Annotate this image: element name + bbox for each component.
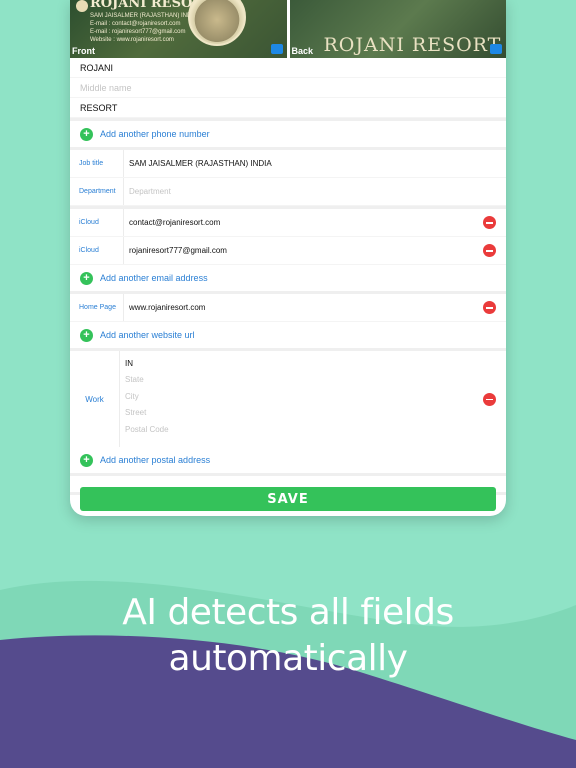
- plus-icon: +: [80, 453, 93, 467]
- email-type-label[interactable]: iCloud: [70, 209, 124, 236]
- website-row: Home Page www.rojaniresort.com: [70, 294, 506, 322]
- add-address-button[interactable]: + Add another postal address: [70, 447, 506, 473]
- email-row: iCloud contact@rojaniresort.com: [70, 209, 506, 237]
- website-field[interactable]: www.rojaniresort.com: [124, 303, 483, 312]
- caption-line-2: automatically: [168, 638, 408, 679]
- phone-section: + Add another phone number: [70, 121, 506, 150]
- job-title-label: Job title: [70, 150, 124, 177]
- camera-icon[interactable]: [270, 44, 283, 54]
- add-email-button[interactable]: + Add another email address: [70, 265, 506, 291]
- business-card-photos: ROJANI RESORT SAM JAISALMER (RAJASTHAN) …: [70, 0, 506, 58]
- plus-icon: +: [80, 328, 93, 342]
- front-card-line: E-mail : contact@rojaniresort.com: [90, 21, 181, 27]
- remove-icon[interactable]: [483, 392, 496, 406]
- street-field[interactable]: Street: [125, 405, 483, 422]
- job-title-field[interactable]: SAM JAISALMER (RAJASTHAN) INDIA: [124, 159, 506, 168]
- website-type-label[interactable]: Home Page: [70, 294, 124, 321]
- back-card-title: ROJANI RESORT: [323, 34, 502, 56]
- contact-form: ROJANI Middle name RESORT + Add another …: [70, 58, 506, 495]
- address-row: Work IN State City Street Postal Code: [70, 351, 506, 447]
- address-section: Work IN State City Street Postal Code + …: [70, 351, 506, 476]
- add-phone-button[interactable]: + Add another phone number: [70, 121, 506, 147]
- address-type-label[interactable]: Work: [70, 351, 120, 447]
- remove-icon[interactable]: [483, 301, 496, 314]
- department-label: Department: [70, 178, 124, 205]
- camera-icon[interactable]: [490, 44, 502, 54]
- email-field[interactable]: contact@rojaniresort.com: [124, 218, 483, 227]
- middle-name-field[interactable]: Middle name: [70, 78, 506, 98]
- add-phone-label: Add another phone number: [100, 129, 210, 139]
- job-title-row: Job title SAM JAISALMER (RAJASTHAN) INDI…: [70, 150, 506, 178]
- email-section: iCloud contact@rojaniresort.com iCloud r…: [70, 209, 506, 294]
- job-section: Job title SAM JAISALMER (RAJASTHAN) INDI…: [70, 150, 506, 209]
- address-fields: IN State City Street Postal Code: [120, 351, 483, 447]
- front-card-photo[interactable]: ROJANI RESORT SAM JAISALMER (RAJASTHAN) …: [70, 0, 287, 58]
- add-website-button[interactable]: + Add another website url: [70, 322, 506, 348]
- caption-line-1: AI detects all fields: [122, 592, 454, 633]
- remove-icon[interactable]: [483, 216, 496, 229]
- back-card-photo[interactable]: ROJANI RESORT Back: [289, 0, 506, 58]
- front-card-line: SAM JAISALMER (RAJASTHAN) INDIA: [90, 13, 198, 19]
- name-section: ROJANI Middle name RESORT: [70, 58, 506, 121]
- first-name-field[interactable]: ROJANI: [70, 58, 506, 78]
- last-name-field[interactable]: RESORT: [70, 98, 506, 118]
- front-card-line: E-mail : rojaniresort777@gmail.com: [90, 29, 186, 35]
- state-field[interactable]: State: [125, 372, 483, 389]
- email-type-label[interactable]: iCloud: [70, 237, 124, 264]
- plus-icon: +: [80, 271, 93, 285]
- add-website-label: Add another website url: [100, 330, 195, 340]
- country-field[interactable]: IN: [125, 355, 483, 372]
- department-field[interactable]: Department: [124, 187, 506, 196]
- email-field[interactable]: rojaniresort777@gmail.com: [124, 246, 483, 255]
- promo-caption: AI detects all fields automatically: [0, 590, 576, 682]
- address-remove-wrap: [483, 351, 506, 447]
- back-badge: Back: [291, 46, 314, 56]
- city-field[interactable]: City: [125, 388, 483, 405]
- add-address-label: Add another postal address: [100, 455, 211, 465]
- plus-icon: +: [80, 127, 93, 141]
- contact-editor-card: ROJANI RESORT SAM JAISALMER (RAJASTHAN) …: [70, 0, 506, 516]
- email-row: iCloud rojaniresort777@gmail.com: [70, 237, 506, 265]
- resort-photo: [188, 0, 246, 46]
- front-card-line: Website : www.rojaniresort.com: [90, 37, 174, 43]
- front-badge: Front: [72, 46, 95, 56]
- postal-code-field[interactable]: Postal Code: [125, 421, 483, 438]
- remove-icon[interactable]: [483, 244, 496, 257]
- save-button[interactable]: SAVE: [80, 487, 496, 511]
- website-section: Home Page www.rojaniresort.com + Add ano…: [70, 294, 506, 351]
- add-email-label: Add another email address: [100, 273, 208, 283]
- department-row: Department Department: [70, 178, 506, 206]
- resort-logo-icon: [76, 0, 88, 12]
